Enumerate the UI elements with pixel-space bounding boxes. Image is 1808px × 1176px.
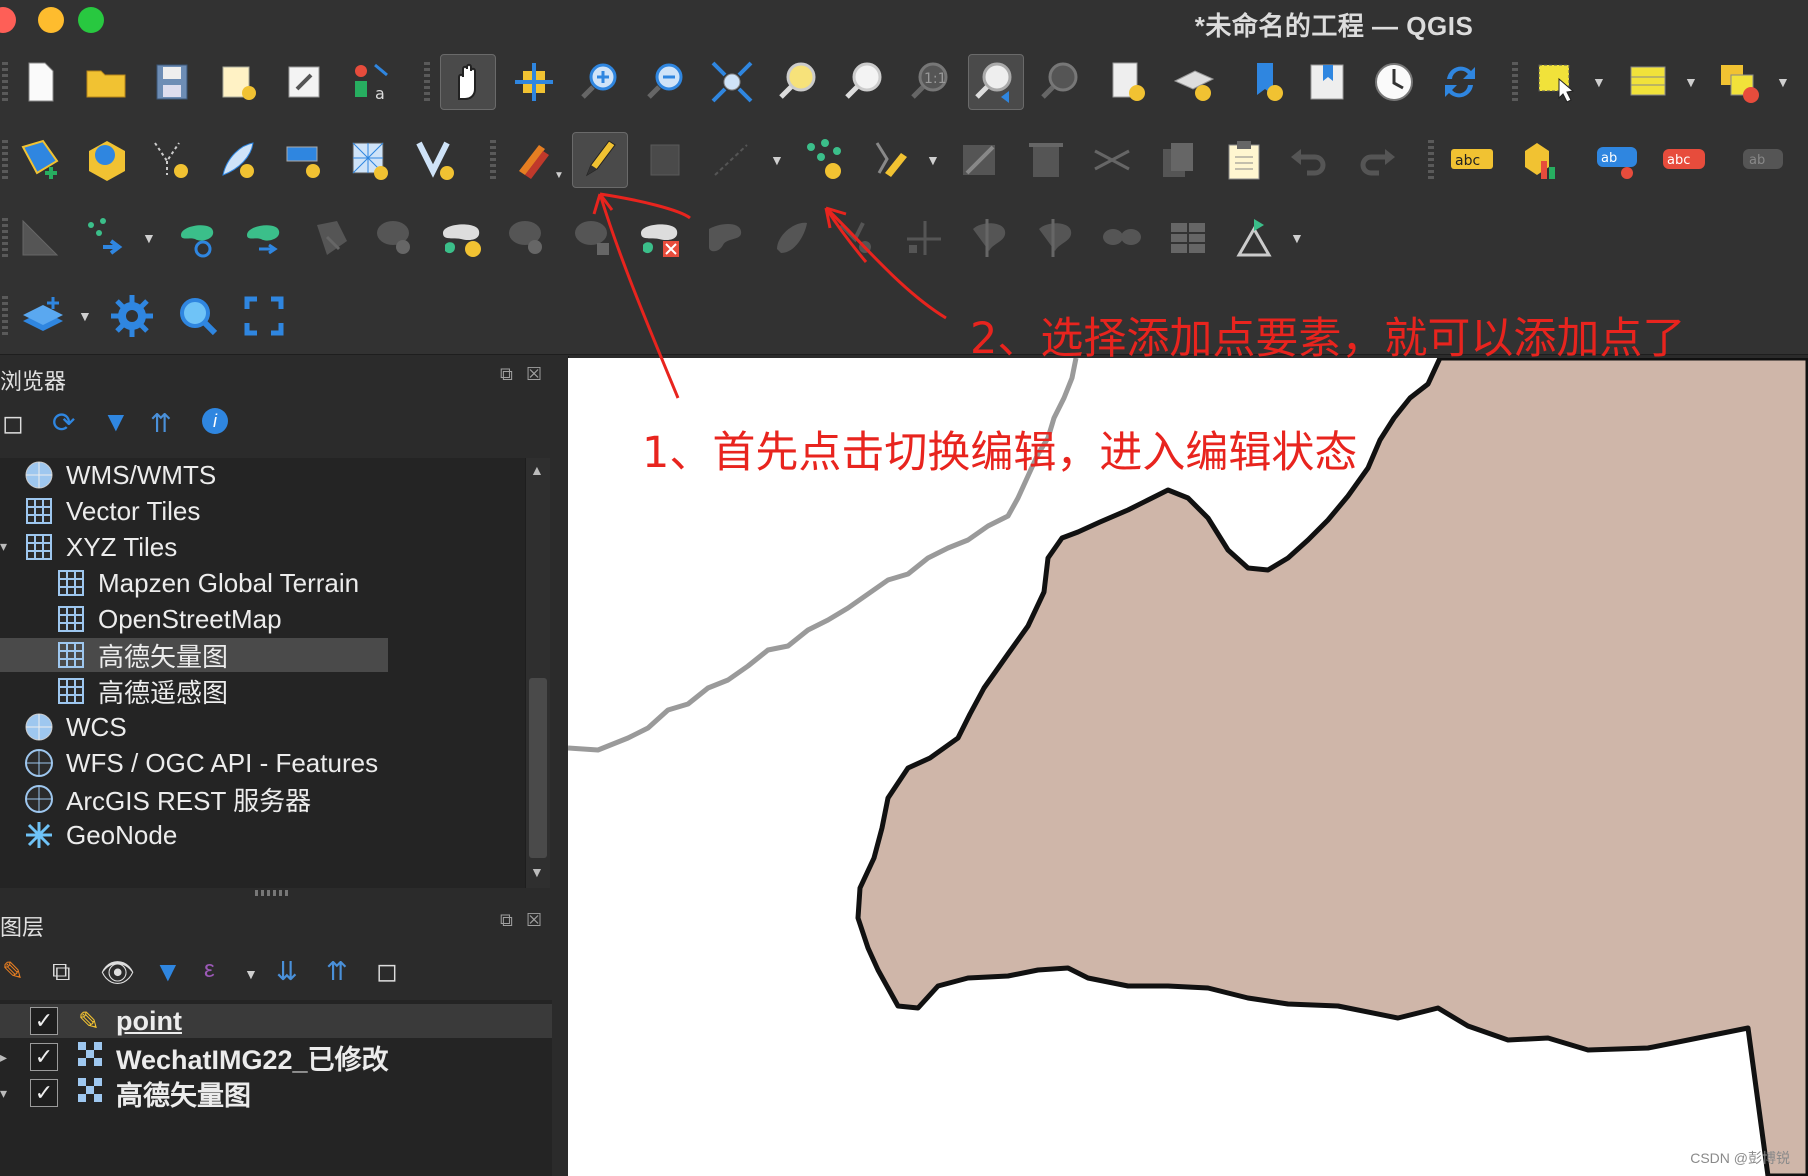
watermark: CSDN @彭博锐 xyxy=(1690,1150,1790,1166)
annotation-step-2: 2、选择添加点要素，就可以添加点了 xyxy=(970,314,1686,364)
annotation-arrows xyxy=(592,192,947,399)
annotation-step-1: 1、首先点击切换编辑，进入编辑状态 xyxy=(642,428,1358,478)
